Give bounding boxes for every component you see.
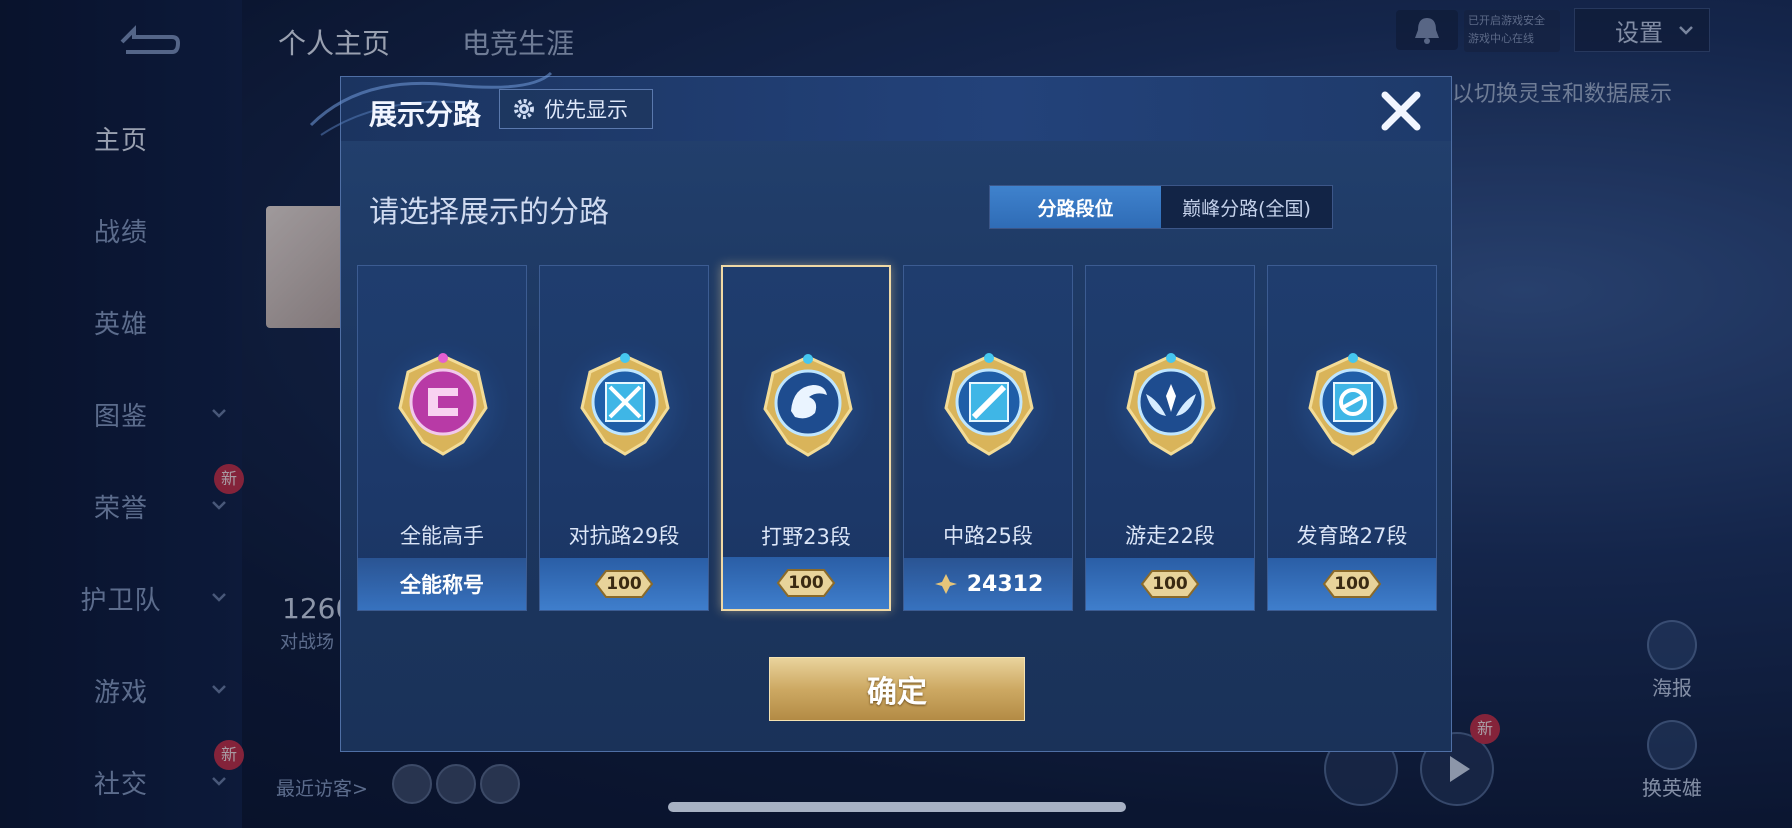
priority-display-label: 优先显示	[544, 98, 628, 122]
level-value: 100	[606, 574, 642, 594]
lane-card-name: 打野23段	[761, 525, 851, 549]
lane-mode-segmented-control: 分路段位 巅峰分路(全国)	[989, 185, 1333, 229]
peak-score-icon	[934, 574, 957, 594]
clash-lane-emblem-icon	[580, 353, 670, 456]
farm-lane-emblem-icon	[1308, 353, 1398, 456]
tab-lane-rank[interactable]: 分路段位	[990, 186, 1161, 228]
level-value: 100	[1152, 574, 1188, 594]
close-icon[interactable]	[1377, 87, 1425, 135]
lane-card-mid[interactable]: 中路25段 24312	[903, 265, 1073, 611]
lane-card-roam[interactable]: 游走22段 100	[1085, 265, 1255, 611]
gear-icon	[514, 99, 534, 119]
level-value: 100	[1334, 574, 1370, 594]
lane-card-name: 全能高手	[400, 524, 484, 548]
title-label: 全能称号	[400, 573, 484, 597]
home-indicator[interactable]	[668, 802, 1126, 812]
peak-score-value: 24312	[966, 571, 1044, 597]
level-badge: 100	[1130, 567, 1210, 601]
level-badge: 100	[766, 566, 846, 600]
lane-card-footer: 24312	[904, 558, 1072, 610]
lane-card-name: 游走22段	[1125, 524, 1215, 548]
all-round-emblem-icon	[398, 353, 488, 456]
mid-lane-emblem-icon	[944, 353, 1034, 456]
lane-card-name: 中路25段	[943, 524, 1033, 548]
lane-card-name: 对抗路29段	[568, 524, 680, 548]
dialog-title: 展示分路	[369, 98, 482, 131]
lane-card-footer: 100	[723, 557, 889, 609]
lane-card-clash[interactable]: 对抗路29段 100	[539, 265, 709, 611]
lane-card-list: 全能高手 全能称号 对抗路29段 100 打野23段 100 中路25段 243…	[357, 265, 1437, 611]
peak-score: 24312	[933, 571, 1044, 597]
lane-card-farm[interactable]: 发育路27段 100	[1267, 265, 1437, 611]
lane-card-jungle[interactable]: 打野23段 100	[721, 265, 891, 611]
lane-card-footer: 100	[540, 558, 708, 610]
lane-display-dialog: 展示分路 优先显示 请选择展示的分路 分路段位 巅峰分路(全国) 全能高手 全能…	[309, 71, 1452, 752]
lane-card-name: 发育路27段	[1296, 524, 1408, 548]
dialog-subtitle: 请选择展示的分路	[369, 195, 609, 230]
jungle-emblem-icon	[763, 354, 853, 457]
priority-display-button[interactable]: 优先显示	[499, 89, 653, 129]
lane-card-footer: 100	[1268, 558, 1436, 610]
lane-card-footer: 全能称号	[358, 558, 526, 610]
lane-card-footer: 100	[1086, 558, 1254, 610]
lane-card-all-round[interactable]: 全能高手 全能称号	[357, 265, 527, 611]
roam-emblem-icon	[1126, 353, 1216, 456]
level-badge: 100	[584, 567, 664, 601]
tab-peak-lane-national[interactable]: 巅峰分路(全国)	[1161, 186, 1332, 228]
confirm-button[interactable]: 确定	[769, 657, 1025, 721]
level-value: 100	[788, 573, 824, 593]
level-badge: 100	[1312, 567, 1392, 601]
